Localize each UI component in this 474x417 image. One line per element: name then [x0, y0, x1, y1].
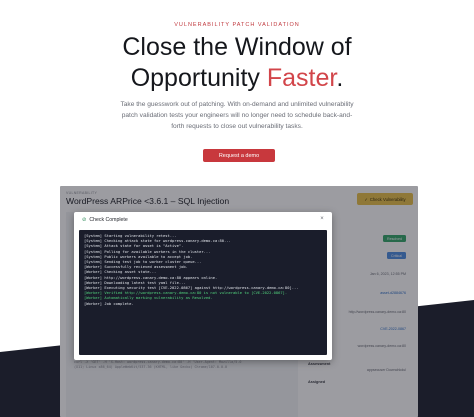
hero-subtext: Take the guesswork out of patching. With…: [120, 101, 354, 130]
modal-header: ⊘ Check Complete: [74, 212, 332, 227]
headline-line-1: Close the Window of: [122, 33, 352, 61]
check-circle-icon: ⊘: [82, 216, 87, 223]
headline-accent-word: Faster: [266, 64, 337, 92]
log-line: [Worker] Job complete.: [84, 301, 134, 306]
check-complete-modal: ⊘ Check Complete × [System] Starting vul…: [74, 212, 332, 360]
hero-headline: Close the Window of Opportunity Faster.: [0, 32, 474, 94]
close-icon[interactable]: ×: [318, 215, 326, 223]
headline-period: .: [336, 64, 344, 92]
headline-line-2a: Opportunity: [130, 64, 267, 92]
request-demo-button[interactable]: Request a demo: [203, 149, 275, 162]
log-terminal: [System] Starting vulnerability retest..…: [79, 230, 327, 355]
modal-title: Check Complete: [89, 216, 128, 223]
hero-eyebrow: Vulnerability patch validation: [174, 22, 300, 28]
